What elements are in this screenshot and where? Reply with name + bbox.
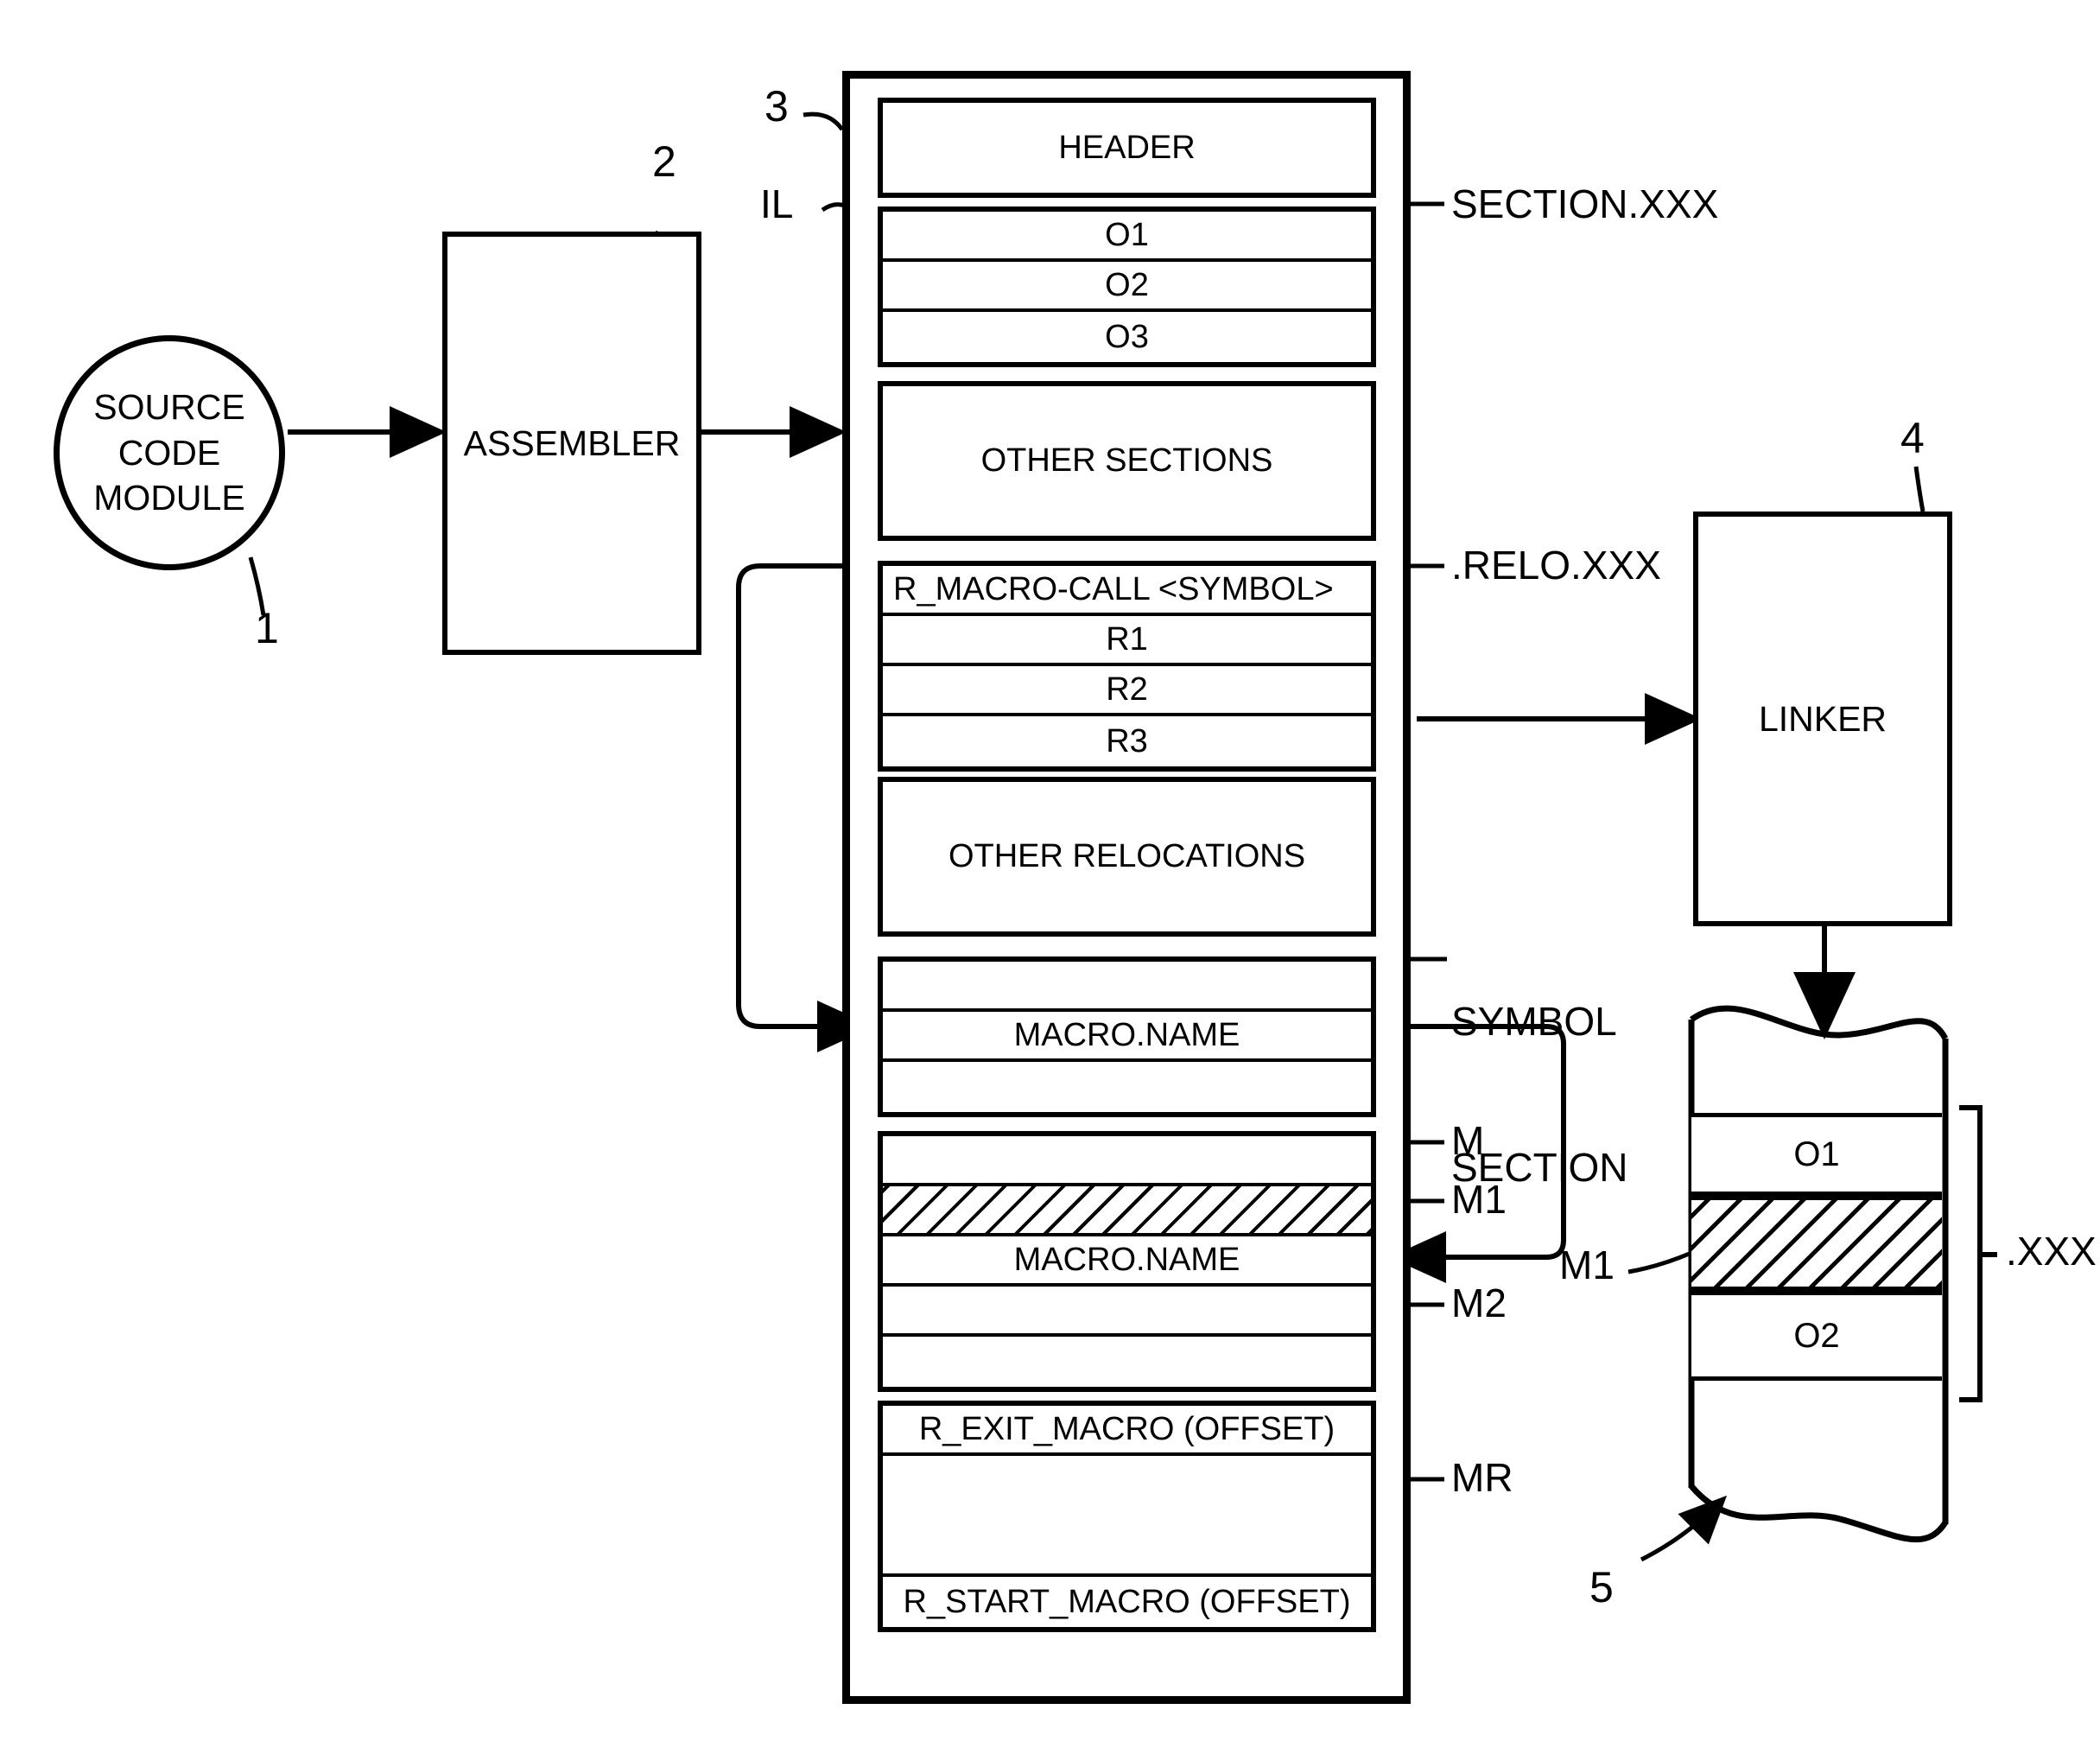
linker-output-block: O1 O2 (1691, 1002, 1951, 1521)
assembler-label: ASSEMBLER (463, 423, 681, 463)
leader-ref-4 (1913, 466, 1926, 512)
row-r-exit-macro: R_EXIT_MACRO (OFFSET) (883, 1406, 1371, 1456)
row-other-relocations-text: OTHER RELOCATIONS (948, 838, 1306, 874)
label-relo-xxx: .RELO.XXX (1451, 543, 1661, 588)
row-macro-m1 (883, 1186, 1371, 1236)
bracket-xxx (1959, 1105, 1983, 1402)
label-tag-mr: MR (1451, 1455, 1513, 1500)
ref-number-2: 2 (652, 137, 676, 186)
section-group: O1 O2 O3 (878, 207, 1376, 367)
row-r3-text: R3 (1106, 722, 1148, 759)
row-r2: R2 (883, 666, 1371, 716)
source-code-module-line-2: CODE (117, 432, 221, 473)
macro-group: MACRO.NAME (878, 1131, 1376, 1392)
patent-figure: SOURCE CODE MODULE 1 ASSEMBLER 2 LINKER … (0, 0, 2100, 1754)
header-group: HEADER (878, 98, 1376, 198)
other-sections-group: OTHER SECTIONS (878, 381, 1376, 541)
row-macro-m2 (883, 1287, 1371, 1337)
row-header: HEADER (883, 103, 1371, 193)
out-row-o1-text: O1 (1793, 1134, 1840, 1173)
row-symbol-blank-bottom (883, 1062, 1371, 1112)
symbol-section-group: MACRO.NAME (878, 956, 1376, 1117)
row-macro-blank-bottom (883, 1337, 1371, 1387)
row-mr-blank (883, 1456, 1371, 1577)
label-tag-m1: M1 (1451, 1177, 1507, 1222)
out-row-m1 (1691, 1196, 1942, 1291)
row-r-start-macro-text: R_START_MACRO (OFFSET) (903, 1583, 1351, 1620)
row-macro-name: MACRO.NAME (883, 1236, 1371, 1287)
assembler-box: ASSEMBLER (442, 232, 701, 655)
source-code-module-line-3: MODULE (93, 478, 245, 518)
row-symbol-macro-name-text: MACRO.NAME (1013, 1016, 1240, 1053)
label-xxx: .XXX (2006, 1229, 2097, 1274)
label-tag-m2: M2 (1451, 1281, 1507, 1325)
row-o2: O2 (883, 262, 1371, 312)
row-macro-name-text: MACRO.NAME (1013, 1241, 1240, 1278)
relo-group: R_MACRO-CALL <SYMBOL> R1 R2 R3 (878, 561, 1376, 772)
row-header-text: HEADER (1058, 129, 1196, 166)
row-o1-text: O1 (1105, 216, 1149, 253)
row-r-macro-call-text: R_MACRO-CALL <SYMBOL> (893, 570, 1334, 607)
row-symbol-blank-top (883, 962, 1371, 1012)
out-row-o2: O2 (1691, 1291, 1942, 1381)
source-code-module: SOURCE CODE MODULE (54, 335, 285, 570)
il-label: IL (760, 181, 794, 226)
leader-ref-3 (803, 111, 845, 131)
ref-number-5: 5 (1589, 1563, 1614, 1611)
row-o3: O3 (883, 312, 1371, 362)
row-other-sections-text: OTHER SECTIONS (980, 442, 1273, 479)
out-row-o2-text: O2 (1793, 1316, 1840, 1355)
source-code-module-line-1: SOURCE (93, 387, 245, 428)
ref-number-3: 3 (765, 82, 789, 130)
row-symbol-macro-name: MACRO.NAME (883, 1012, 1371, 1062)
row-other-sections: OTHER SECTIONS (883, 386, 1371, 536)
label-symbol-line-1: SYMBOL (1451, 999, 1617, 1045)
label-section-xxx: SECTION.XXX (1451, 181, 1719, 226)
linker-box: LINKER (1693, 512, 1952, 926)
label-output-m1: M1 (1559, 1242, 1615, 1287)
other-relocations-group: OTHER RELOCATIONS (878, 777, 1376, 937)
row-r-start-macro: R_START_MACRO (OFFSET) (883, 1577, 1371, 1627)
row-r1-text: R1 (1106, 620, 1148, 658)
out-row-o1: O1 (1691, 1113, 1942, 1196)
row-o3-text: O3 (1105, 318, 1149, 355)
row-r1: R1 (883, 616, 1371, 666)
object-file-frame: HEADER O1 O2 O3 OTHER SECTIONS R_MACRO-C… (842, 71, 1411, 1704)
row-o1: O1 (883, 212, 1371, 262)
row-other-relocations: OTHER RELOCATIONS (883, 782, 1371, 931)
label-tag-m: M (1451, 1118, 1485, 1163)
macro-relocation-group: R_EXIT_MACRO (OFFSET) R_START_MACRO (OFF… (878, 1401, 1376, 1632)
ref-number-1: 1 (255, 604, 279, 652)
row-r2-text: R2 (1106, 670, 1148, 708)
row-macro-m (883, 1136, 1371, 1186)
row-r3: R3 (883, 716, 1371, 766)
leader-output-m1 (1627, 1250, 1692, 1274)
row-o2-text: O2 (1105, 266, 1149, 303)
label-symbol-section: SYMBOL SECTION (1451, 900, 1627, 1288)
ref-number-4: 4 (1900, 414, 1925, 462)
linker-label: LINKER (1758, 698, 1887, 739)
row-r-macro-call: R_MACRO-CALL <SYMBOL> (883, 566, 1371, 616)
row-r-exit-macro-text: R_EXIT_MACRO (OFFSET) (918, 1410, 1335, 1447)
